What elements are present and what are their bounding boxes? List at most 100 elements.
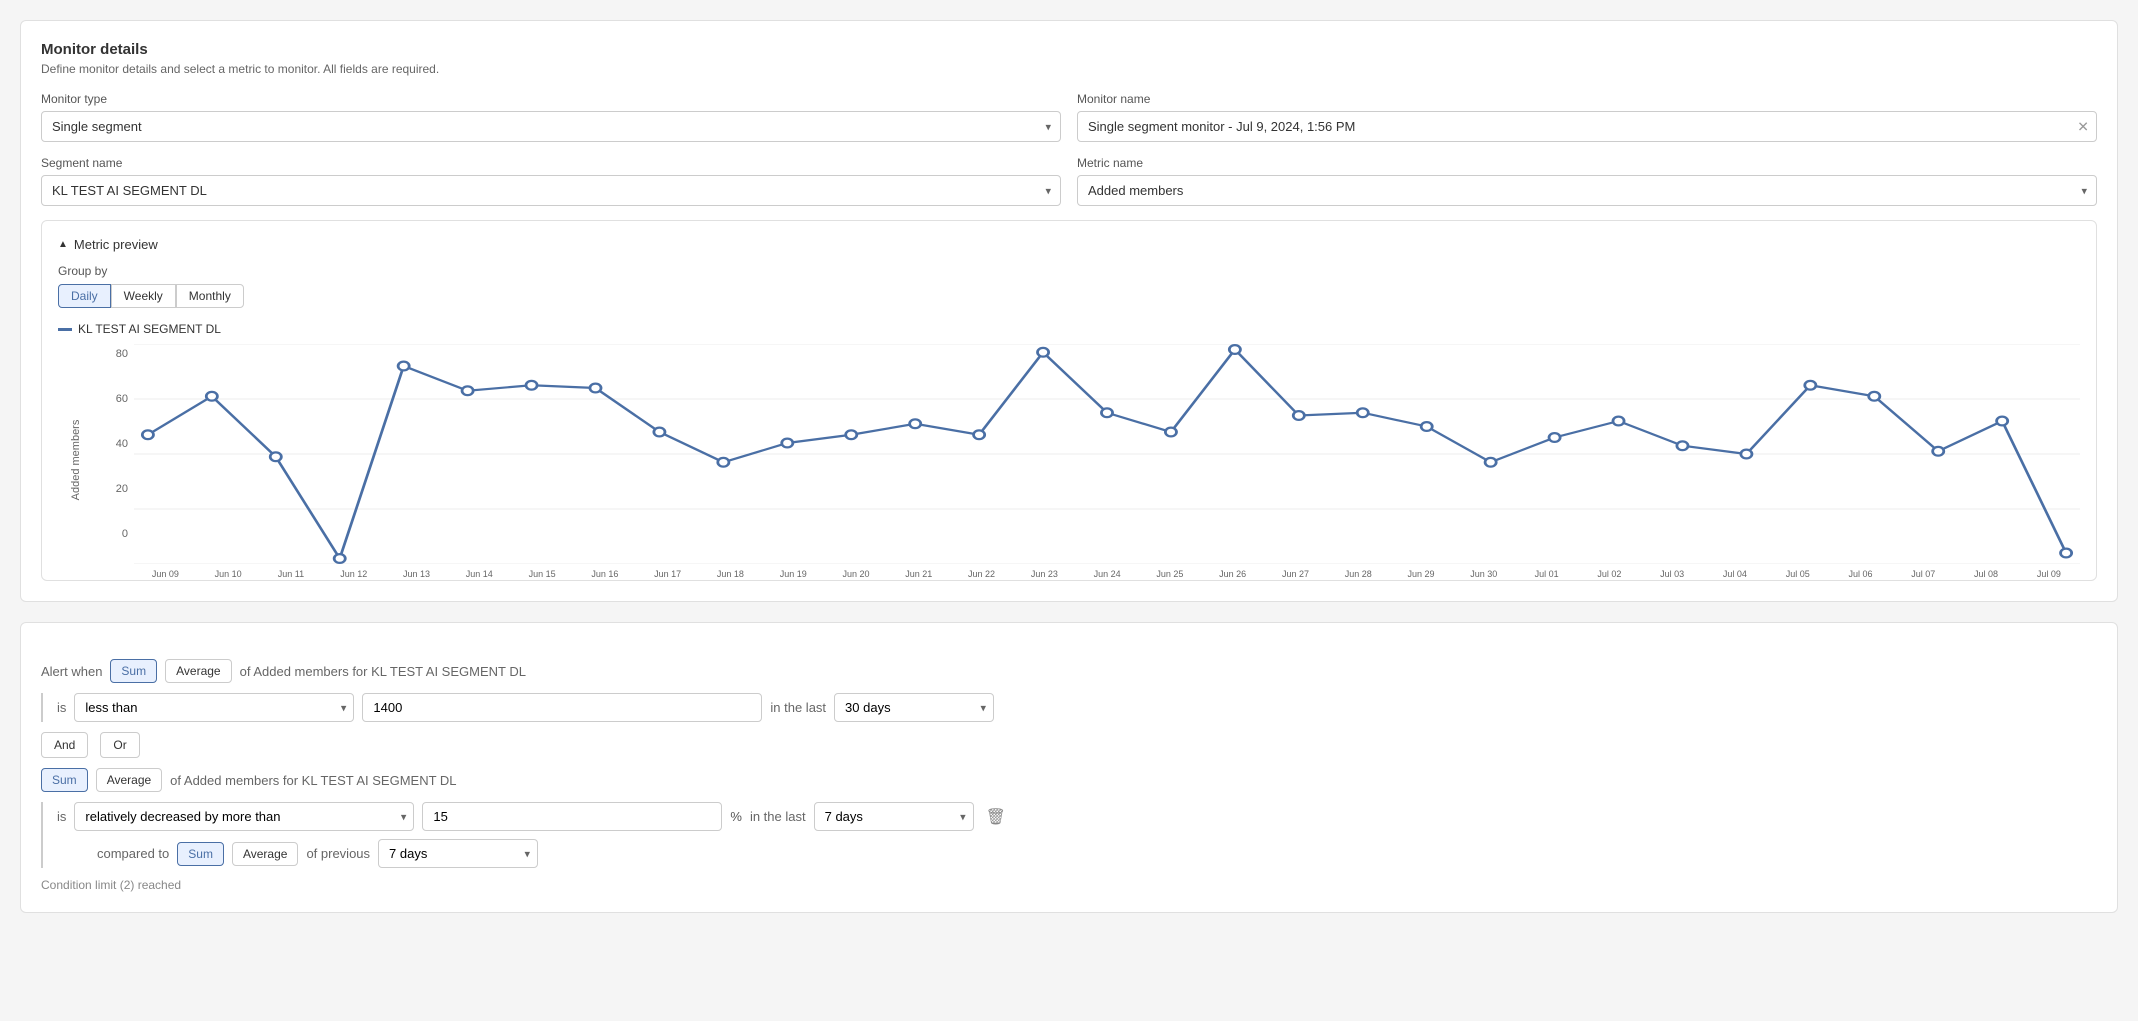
x-axis-label: Jun 10: [197, 569, 260, 579]
x-axis-label: Jul 04: [1704, 569, 1767, 579]
cond2-header-row: Sum Average of Added members for KL TEST…: [41, 768, 2097, 792]
x-axis-label: Jun 21: [887, 569, 950, 579]
x-axis-label: Jun 14: [448, 569, 511, 579]
cond1-period-select[interactable]: 7 days 14 days 30 days 60 days 90 days: [834, 693, 994, 722]
compared-average-btn[interactable]: Average: [232, 842, 298, 866]
compared-to-row: compared to Sum Average of previous 7 da…: [97, 839, 2097, 868]
segment-name-group: Segment name KL TEST AI SEGMENT DL: [41, 156, 1061, 206]
x-axis-label: Jun 12: [322, 569, 385, 579]
logic-btn-row: And Or: [41, 732, 2097, 758]
cond2-select-wrapper: less than greater than relatively decrea…: [74, 802, 414, 831]
x-axis-label: Jun 17: [636, 569, 699, 579]
previous-period-select[interactable]: 7 days 14 days 30 days: [378, 839, 538, 868]
legend-dot: [58, 328, 72, 331]
chart-legend: KL TEST AI SEGMENT DL: [58, 322, 2080, 336]
alert-sum-btn[interactable]: Sum: [110, 659, 157, 683]
segment-metric-row: Segment name KL TEST AI SEGMENT DL Metri…: [41, 156, 2097, 206]
percent-suffix: %: [730, 809, 742, 824]
monitor-name-input[interactable]: [1077, 111, 2097, 142]
x-axis-label: Jun 18: [699, 569, 762, 579]
compared-to-label: compared to: [97, 846, 169, 861]
cond2-period-select[interactable]: 7 days 14 days 30 days: [814, 802, 974, 831]
chart-area: Added members: [134, 344, 2080, 564]
monitor-details-subtitle: Define monitor details and select a metr…: [41, 62, 2097, 76]
x-axis-label: Jun 16: [573, 569, 636, 579]
cond1-in-last-label: in the last: [770, 700, 826, 715]
x-axis-label: Jul 09: [2017, 569, 2080, 579]
x-axis-label: Jun 22: [950, 569, 1013, 579]
monitor-name-group: Monitor name ✕: [1077, 92, 2097, 142]
monitor-type-select[interactable]: Single segment: [41, 111, 1061, 142]
monitor-details-title: Monitor details: [41, 41, 2097, 58]
monitor-name-label: Monitor name: [1077, 92, 2097, 106]
cond2-of-label: of Added members for KL TEST AI SEGMENT …: [170, 773, 456, 788]
condition-2-block: is less than greater than relatively dec…: [41, 802, 2097, 868]
x-axis-label: Jun 25: [1139, 569, 1202, 579]
cond1-threshold-input[interactable]: [362, 693, 762, 722]
metric-name-select[interactable]: Added members: [1077, 175, 2097, 206]
condition-2-row: is less than greater than relatively dec…: [57, 802, 2097, 831]
x-axis-label: Jun 09: [134, 569, 197, 579]
metric-preview-header[interactable]: ▲ Metric preview: [58, 237, 2080, 252]
alert-when-label: Alert when: [41, 664, 102, 679]
metric-preview-title: Metric preview: [74, 237, 158, 252]
x-axis-label: Jul 08: [1955, 569, 2018, 579]
x-axis-label: Jun 30: [1452, 569, 1515, 579]
monitor-details-section: Monitor details Define monitor details a…: [20, 20, 2118, 602]
x-axis-label: Jun 11: [260, 569, 323, 579]
cond2-sum-btn[interactable]: Sum: [41, 768, 88, 792]
chart-container: 80 60 40 20 0 Added members: [58, 344, 2080, 564]
and-btn[interactable]: And: [41, 732, 88, 758]
x-axis-label: Jul 07: [1892, 569, 1955, 579]
cond2-is-label: is: [57, 809, 66, 824]
clear-icon[interactable]: ✕: [2077, 118, 2089, 135]
group-by-weekly[interactable]: Weekly: [111, 284, 176, 308]
chevron-up-icon: ▲: [58, 239, 68, 250]
alert-average-btn[interactable]: Average: [165, 659, 231, 683]
cond2-threshold-input[interactable]: [422, 802, 722, 831]
compared-sum-btn[interactable]: Sum: [177, 842, 224, 866]
group-by-btn-group: Daily Weekly Monthly: [58, 284, 2080, 308]
cond2-period-wrapper: 7 days 14 days 30 days: [814, 802, 974, 831]
group-by-label: Group by: [58, 264, 2080, 278]
x-axis-label: Jun 29: [1390, 569, 1453, 579]
monitor-type-group: Monitor type Single segment: [41, 92, 1061, 142]
cond2-condition-select[interactable]: less than greater than relatively decrea…: [74, 802, 414, 831]
metric-name-group: Metric name Added members: [1077, 156, 2097, 206]
of-previous-label: of previous: [306, 846, 370, 861]
x-axis-label: Jun 13: [385, 569, 448, 579]
cond1-condition-select[interactable]: less than greater than relatively decrea…: [74, 693, 354, 722]
x-axis-label: Jul 06: [1829, 569, 1892, 579]
previous-period-wrapper: 7 days 14 days 30 days: [378, 839, 538, 868]
or-btn[interactable]: Or: [100, 732, 139, 758]
x-axis-label: Jun 27: [1264, 569, 1327, 579]
segment-name-label: Segment name: [41, 156, 1061, 170]
alert-of-label: of Added members for KL TEST AI SEGMENT …: [240, 664, 526, 679]
condition-1-block: is less than greater than relatively dec…: [41, 693, 2097, 722]
x-axis-label: Jun 26: [1201, 569, 1264, 579]
cond1-select-wrapper: less than greater than relatively decrea…: [74, 693, 354, 722]
legend-label: KL TEST AI SEGMENT DL: [78, 322, 221, 336]
cond1-period-wrapper: 7 days 14 days 30 days 60 days 90 days: [834, 693, 994, 722]
group-by-monthly[interactable]: Monthly: [176, 284, 244, 308]
x-axis-label: Jun 24: [1076, 569, 1139, 579]
x-axis-label: Jun 15: [511, 569, 574, 579]
x-axis-label: Jul 03: [1641, 569, 1704, 579]
condition-limit-note: Condition limit (2) reached: [41, 878, 2097, 892]
x-axis-label: Jul 02: [1578, 569, 1641, 579]
segment-name-select[interactable]: KL TEST AI SEGMENT DL: [41, 175, 1061, 206]
x-axis-label: Jun 19: [762, 569, 825, 579]
group-by-daily[interactable]: Daily: [58, 284, 111, 308]
metric-preview-section: ▲ Metric preview Group by Daily Weekly M…: [41, 220, 2097, 581]
monitor-type-select-wrapper: Single segment: [41, 111, 1061, 142]
monitor-type-label: Monitor type: [41, 92, 1061, 106]
delete-condition-btn[interactable]: 🗑: [982, 803, 1010, 831]
monitor-type-name-row: Monitor type Single segment Monitor name…: [41, 92, 2097, 142]
x-axis-label: Jul 01: [1515, 569, 1578, 579]
alert-rule-section: Alert when Sum Average of Added members …: [20, 622, 2118, 913]
monitor-name-wrapper: ✕: [1077, 111, 2097, 142]
segment-name-select-wrapper: KL TEST AI SEGMENT DL: [41, 175, 1061, 206]
cond2-average-btn[interactable]: Average: [96, 768, 162, 792]
y-axis-label: Added members: [70, 420, 82, 501]
x-axis-label: Jun 20: [825, 569, 888, 579]
